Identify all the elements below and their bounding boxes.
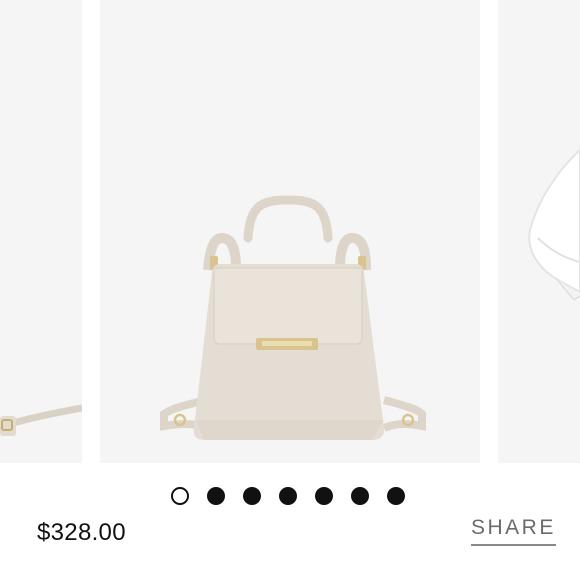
product-image-previous[interactable]	[0, 0, 82, 463]
beige-mini-backpack-image	[160, 195, 426, 440]
carousel-dot-3[interactable]	[243, 487, 261, 505]
share-link[interactable]: SHARE	[471, 516, 556, 546]
carousel-dot-5[interactable]	[315, 487, 333, 505]
product-image-current[interactable]	[100, 0, 480, 463]
product-image-carousel[interactable]	[0, 0, 580, 463]
carousel-dot-4[interactable]	[279, 487, 297, 505]
carousel-pagination	[171, 487, 405, 505]
product-image-next[interactable]	[498, 0, 580, 463]
carousel-dot-7[interactable]	[387, 487, 405, 505]
carousel-dot-6[interactable]	[351, 487, 369, 505]
carousel-dot-2[interactable]	[207, 487, 225, 505]
carousel-dot-1[interactable]	[171, 487, 189, 505]
product-price: $328.00	[37, 519, 126, 546]
